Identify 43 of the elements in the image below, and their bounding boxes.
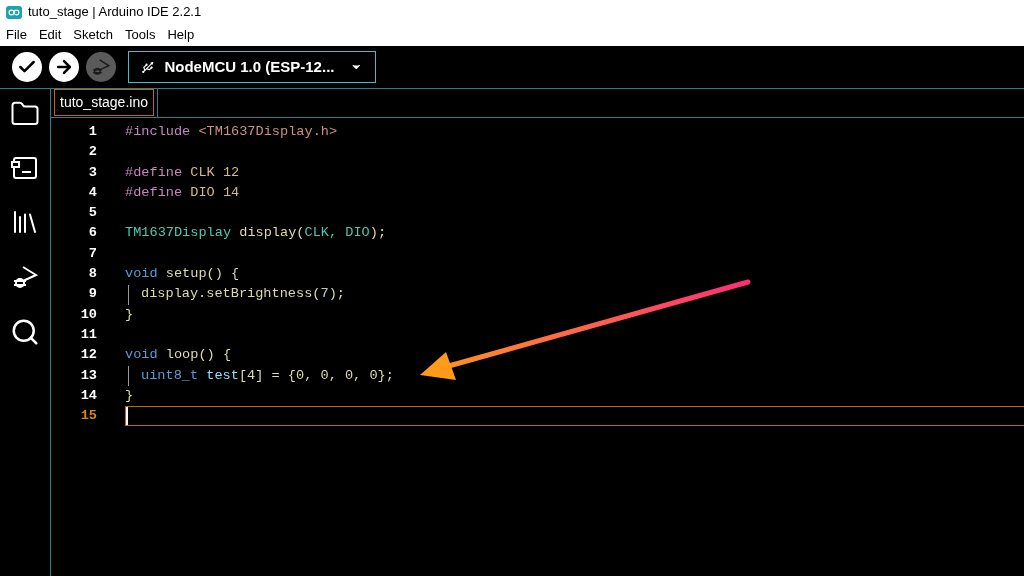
line-number: 9 [87, 285, 97, 304]
line-number: 14 [79, 386, 97, 405]
line-number: 5 [87, 204, 97, 223]
line-number: 10 [79, 305, 97, 324]
window-title: tuto_stage | Arduino IDE 2.2.1 [28, 3, 202, 22]
line-number: 11 [79, 325, 97, 344]
code-line: uint8_t test[4] = {0, 0, 0, 0}; [141, 366, 394, 385]
app-logo-icon [6, 5, 22, 19]
menu-item[interactable]: Tools [125, 25, 156, 45]
code-line: } [125, 305, 134, 324]
board-icon[interactable] [11, 155, 39, 181]
line-number: 4 [87, 183, 97, 202]
usb-icon [141, 59, 155, 75]
text-cursor [126, 407, 128, 426]
line-number: 1 [87, 122, 97, 141]
menu-item[interactable]: Help [167, 25, 195, 45]
debug-icon[interactable] [11, 263, 39, 291]
code-line: #define CLK 12 [125, 163, 240, 182]
line-number: 7 [87, 244, 97, 263]
code-line: #include <TM1637Display.h> [125, 122, 338, 141]
upload-button[interactable] [49, 52, 79, 82]
verify-button[interactable] [12, 52, 42, 82]
file-tab[interactable]: tuto_stage.ino [54, 89, 154, 116]
debug-icon [91, 57, 111, 77]
line-number: 13 [79, 366, 97, 385]
board-selector[interactable]: NodeMCU 1.0 (ESP-12... [128, 51, 376, 83]
code-line: TM1637Display display(CLK, DIO); [125, 224, 387, 243]
code-line: void setup() { [125, 265, 240, 284]
menu-item[interactable]: File [6, 25, 27, 45]
search-icon[interactable] [10, 317, 40, 347]
code-line: void loop() { [125, 346, 232, 365]
line-number: 12 [79, 346, 97, 365]
line-number: 3 [87, 163, 97, 182]
code-line: #define DIO 14 [125, 183, 240, 202]
line-number: 2 [87, 143, 97, 162]
code-line: } [125, 386, 134, 405]
line-number: 8 [87, 265, 97, 284]
menu-item[interactable]: Sketch [73, 25, 114, 45]
menu-item[interactable]: Edit [38, 25, 62, 45]
code-line: display.setBrightness(7); [141, 285, 345, 304]
line-number: 6 [87, 224, 97, 243]
line-number: 15 [79, 407, 97, 426]
arrow-right-icon [54, 57, 74, 77]
